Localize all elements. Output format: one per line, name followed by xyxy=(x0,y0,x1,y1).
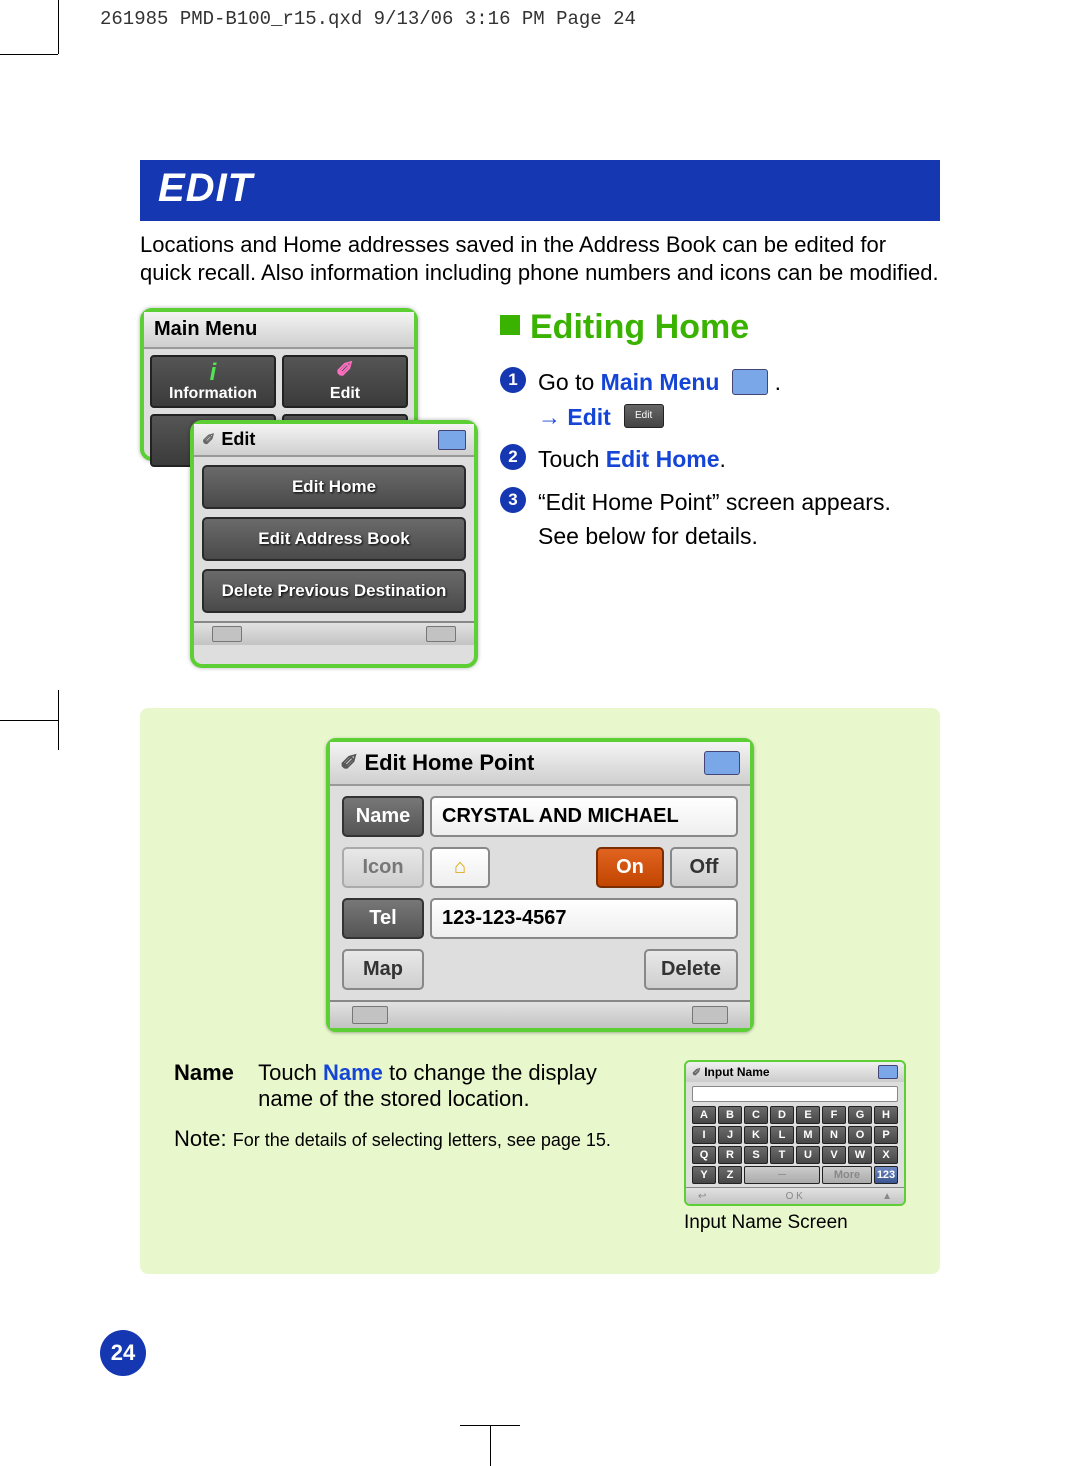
main-menu-title: Main Menu xyxy=(144,312,414,349)
key-space[interactable]: ─ xyxy=(744,1166,820,1184)
delete-previous-destination-button[interactable]: Delete Previous Destination xyxy=(202,569,466,613)
key-n[interactable]: N xyxy=(822,1126,846,1144)
icon-label-button: Icon xyxy=(342,847,424,888)
main-menu-information-button[interactable]: Information xyxy=(150,355,276,408)
editing-home-heading: Editing Home xyxy=(500,308,940,347)
ok-button[interactable]: O K xyxy=(786,1191,803,1202)
input-name-caption: Input Name Screen xyxy=(684,1212,906,1234)
key-k[interactable]: K xyxy=(744,1126,768,1144)
tel-value-field[interactable]: 123-123-4567 xyxy=(430,898,738,939)
forward-icon[interactable] xyxy=(692,1006,728,1024)
key-y[interactable]: Y xyxy=(692,1166,716,1184)
home-icon[interactable]: ⌂ xyxy=(430,847,490,888)
edit-home-point-screenshot: Edit Home Point Name CRYSTAL AND MICHAEL… xyxy=(326,738,754,1032)
note-text: Note: For the details of selecting lette… xyxy=(174,1126,660,1152)
tel-label-button[interactable]: Tel xyxy=(342,898,424,939)
step-number-3: 3 xyxy=(500,487,526,513)
edit-home-point-title: Edit Home Point xyxy=(330,742,750,786)
step-number-2: 2 xyxy=(500,444,526,470)
main-menu-edit-button[interactable]: Edit xyxy=(282,355,408,408)
back-icon[interactable] xyxy=(212,626,242,642)
key-l[interactable]: L xyxy=(770,1126,794,1144)
key-p[interactable]: P xyxy=(874,1126,898,1144)
key-w[interactable]: W xyxy=(848,1146,872,1164)
keyboard-footer: ↩ O K ▲ xyxy=(686,1187,904,1204)
input-name-title: Input Name xyxy=(686,1062,904,1082)
details-panel: Edit Home Point Name CRYSTAL AND MICHAEL… xyxy=(140,708,940,1274)
map-button[interactable]: Map xyxy=(342,949,424,990)
key-more[interactable]: More xyxy=(822,1166,872,1184)
input-field[interactable] xyxy=(692,1086,898,1102)
edit-home-button[interactable]: Edit Home xyxy=(202,465,466,509)
key-g[interactable]: G xyxy=(848,1106,872,1124)
name-label: Name xyxy=(174,1060,252,1086)
menu-icon[interactable] xyxy=(704,751,740,775)
key-f[interactable]: F xyxy=(822,1106,846,1124)
square-bullet-icon xyxy=(500,315,520,335)
key-s[interactable]: S xyxy=(744,1146,768,1164)
name-label-button[interactable]: Name xyxy=(342,796,424,837)
key-d[interactable]: D xyxy=(770,1106,794,1124)
input-name-screenshot: Input Name A B C D E F G H I J xyxy=(684,1060,906,1206)
key-e[interactable]: E xyxy=(796,1106,820,1124)
delete-button[interactable]: Delete xyxy=(644,949,738,990)
key-c[interactable]: C xyxy=(744,1106,768,1124)
menu-icon xyxy=(732,369,768,395)
menu-icon[interactable] xyxy=(878,1065,898,1079)
name-value-field[interactable]: CRYSTAL AND MICHAEL xyxy=(430,796,738,837)
forward-icon[interactable]: ▲ xyxy=(882,1191,892,1202)
key-x[interactable]: X xyxy=(874,1146,898,1164)
edit-icon: Edit xyxy=(624,404,664,428)
key-h[interactable]: H xyxy=(874,1106,898,1124)
editing-home-heading-text: Editing Home xyxy=(530,308,749,346)
key-r[interactable]: R xyxy=(718,1146,742,1164)
intro-paragraph: Locations and Home addresses saved in th… xyxy=(140,231,940,286)
forward-icon[interactable] xyxy=(426,626,456,642)
edit-menu-title-text: Edit xyxy=(221,429,255,450)
key-o[interactable]: O xyxy=(848,1126,872,1144)
keyboard-grid: A B C D E F G H I J K L M N O xyxy=(692,1106,898,1184)
icon-off-button[interactable]: Off xyxy=(670,847,738,888)
back-icon[interactable] xyxy=(352,1006,388,1024)
step-2-text: Touch Edit Home. xyxy=(538,442,726,477)
print-header: 261985 PMD-B100_r15.qxd 9/13/06 3:16 PM … xyxy=(100,8,636,30)
main-menu-link: Main Menu xyxy=(601,369,720,395)
step-1-text: Go to Main Menu . → Edit Edit xyxy=(538,365,781,434)
page-number: 24 xyxy=(100,1330,146,1376)
menu-icon[interactable] xyxy=(438,430,466,450)
input-name-title-text: Input Name xyxy=(704,1065,769,1079)
name-description: Name Touch Name to change the display na… xyxy=(174,1060,660,1234)
key-m[interactable]: M xyxy=(796,1126,820,1144)
device-footer xyxy=(194,621,474,645)
step-number-1: 1 xyxy=(500,367,526,393)
edit-address-book-button[interactable]: Edit Address Book xyxy=(202,517,466,561)
edit-menu-screenshot: Edit Edit Home Edit Address Book Delete … xyxy=(190,420,478,668)
key-b[interactable]: B xyxy=(718,1106,742,1124)
edit-home-point-title-text: Edit Home Point xyxy=(364,750,534,776)
device-footer xyxy=(330,1000,750,1028)
icon-on-button[interactable]: On xyxy=(596,847,664,888)
section-title-bar: EDIT xyxy=(140,160,940,221)
key-z[interactable]: Z xyxy=(718,1166,742,1184)
name-link: Name xyxy=(323,1060,383,1085)
edit-home-link: Edit Home xyxy=(606,446,720,472)
key-j[interactable]: J xyxy=(718,1126,742,1144)
key-u[interactable]: U xyxy=(796,1146,820,1164)
key-q[interactable]: Q xyxy=(692,1146,716,1164)
arrow-icon: → xyxy=(538,404,567,430)
back-icon[interactable]: ↩ xyxy=(698,1191,706,1202)
edit-menu-title: Edit xyxy=(194,424,474,457)
key-a[interactable]: A xyxy=(692,1106,716,1124)
step-3-text: “Edit Home Point” screen appears. See be… xyxy=(538,485,891,554)
edit-link: Edit xyxy=(567,404,610,430)
key-i[interactable]: I xyxy=(692,1126,716,1144)
key-v[interactable]: V xyxy=(822,1146,846,1164)
key-t[interactable]: T xyxy=(770,1146,794,1164)
key-numbers[interactable]: 123 xyxy=(874,1166,898,1184)
